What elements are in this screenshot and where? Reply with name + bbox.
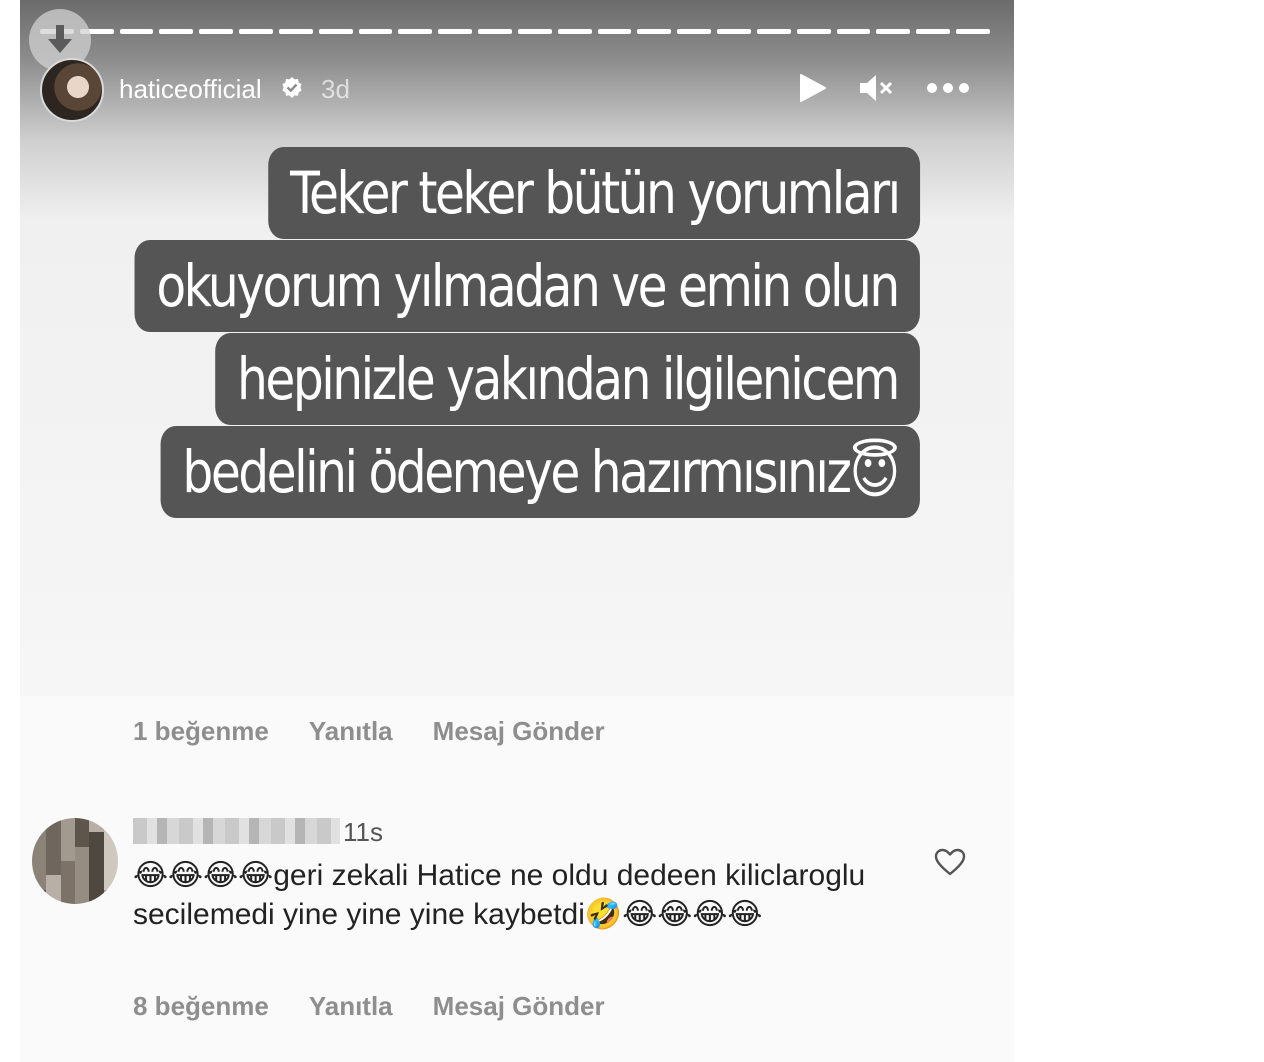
avatar-pixel	[46, 875, 61, 890]
avatar-pixel	[32, 875, 47, 890]
avatar-pixel	[60, 846, 75, 861]
avatar-pixel	[46, 860, 61, 876]
story-caption-line: bedelini ödemeye hazırmısınız😇	[160, 426, 920, 518]
like-count[interactable]: 8 beğenme	[133, 991, 269, 1022]
avatar-pixel	[60, 889, 75, 904]
avatar-pixel	[74, 889, 90, 904]
story-progress-bar	[40, 29, 990, 34]
avatar-pixel	[32, 832, 47, 847]
avatar-pixel	[32, 818, 47, 833]
avatar-pixel	[74, 860, 90, 876]
send-message-button[interactable]: Mesaj Gönder	[433, 991, 605, 1022]
avatar-pixel	[74, 846, 90, 861]
progress-segment	[278, 29, 313, 34]
story-reply-screen: haticeofficial 3d Teker teker bütün yoru…	[20, 0, 1014, 1062]
story-timestamp: 3d	[321, 74, 350, 104]
comment-timestamp: 11s	[343, 817, 383, 847]
progress-segment	[159, 29, 194, 34]
avatar-pixel	[89, 860, 104, 876]
comment-avatar[interactable]	[32, 818, 118, 904]
progress-segment	[677, 29, 712, 34]
progress-segment	[478, 29, 512, 34]
story-avatar[interactable]	[40, 58, 104, 122]
progress-segment	[796, 29, 831, 34]
progress-segment	[318, 29, 353, 34]
avatar-pixel	[46, 846, 61, 861]
avatar-pixel	[103, 875, 118, 890]
story-caption-line: hepinizle yakından ilgilenicem	[215, 333, 920, 425]
progress-segment	[756, 29, 791, 34]
reply-button[interactable]: Yanıtla	[309, 716, 393, 747]
progress-segment	[916, 29, 951, 34]
progress-segment	[836, 29, 871, 34]
progress-segment	[717, 29, 751, 34]
progress-segment	[438, 29, 473, 34]
story-caption-line: Teker teker bütün yorumları	[267, 147, 920, 239]
avatar-pixel	[46, 889, 61, 904]
more-dots-icon[interactable]	[926, 78, 970, 98]
progress-segment	[398, 29, 433, 34]
send-message-button[interactable]: Mesaj Gönder	[433, 716, 605, 747]
progress-segment	[557, 29, 592, 34]
progress-segment	[239, 29, 273, 34]
story-username[interactable]: haticeofficial	[119, 74, 262, 105]
comment-text: 😂😂😂😂geri zekali Hatice ne oldu dedeen ki…	[133, 859, 866, 931]
progress-segment	[358, 29, 393, 34]
avatar-pixel	[60, 832, 75, 847]
comment-actions: 8 beğenme Yanıtla Mesaj Gönder	[133, 991, 645, 1022]
avatar-pixel	[74, 832, 90, 847]
progress-segment	[876, 29, 911, 34]
avatar-pixel	[89, 889, 104, 904]
avatar-pixel	[32, 860, 47, 876]
avatar-pixel	[60, 875, 75, 890]
progress-segment	[199, 29, 234, 34]
avatar-pixel	[103, 846, 118, 861]
like-count[interactable]: 1 beğenme	[133, 716, 269, 747]
story-panel[interactable]: haticeofficial 3d Teker teker bütün yoru…	[20, 0, 1014, 696]
story-reply-actions: 1 beğenme Yanıtla Mesaj Gönder	[133, 716, 645, 747]
download-arrow-icon	[48, 25, 72, 53]
avatar-pixel	[103, 889, 118, 904]
progress-segment	[517, 29, 552, 34]
avatar-pixel	[89, 832, 104, 847]
progress-segment	[637, 29, 672, 34]
avatar-pixel	[32, 846, 47, 861]
avatar-pixel	[74, 875, 90, 890]
avatar-pixel	[60, 860, 75, 876]
smiling-halo-emoji: 😇	[849, 438, 901, 506]
avatar-pixel	[89, 875, 104, 890]
avatar-pixel	[89, 818, 104, 833]
progress-segment	[119, 29, 154, 34]
avatar-pixel	[103, 832, 118, 847]
avatar-pixel	[46, 818, 61, 833]
heart-outline-icon[interactable]	[934, 848, 966, 876]
reply-button[interactable]: Yanıtla	[309, 991, 393, 1022]
avatar-pixel	[46, 832, 61, 847]
avatar-pixel	[60, 818, 75, 833]
progress-segment	[597, 29, 632, 34]
play-icon[interactable]	[797, 73, 827, 103]
avatar-pixel	[103, 860, 118, 876]
comment-username-blurred[interactable]	[133, 818, 340, 844]
verified-badge-icon	[282, 77, 302, 98]
progress-segment	[956, 29, 990, 34]
mute-icon[interactable]	[858, 73, 894, 103]
avatar-pixel	[74, 818, 90, 833]
avatar-pixel	[89, 846, 104, 861]
avatar-pixel	[32, 889, 47, 904]
story-caption-text: bedelini ödemeye hazırmısınız	[182, 438, 853, 506]
avatar-pixel	[103, 818, 118, 833]
story-caption-line: okuyorum yılmadan ve emin olun	[134, 240, 920, 332]
